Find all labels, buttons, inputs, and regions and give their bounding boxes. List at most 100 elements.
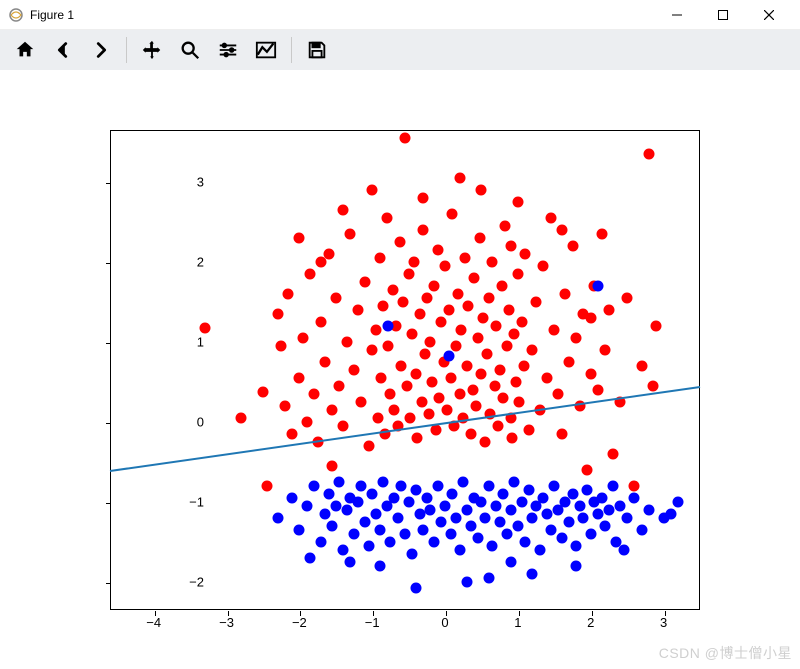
scatter-point bbox=[501, 529, 512, 540]
scatter-point bbox=[651, 321, 662, 332]
configure-icon[interactable] bbox=[211, 33, 245, 67]
scatter-point bbox=[414, 509, 425, 520]
scatter-point bbox=[327, 521, 338, 532]
scatter-point bbox=[429, 281, 440, 292]
scatter-point bbox=[538, 493, 549, 504]
scatter-point bbox=[487, 257, 498, 268]
window-title: Figure 1 bbox=[30, 8, 654, 22]
scatter-point bbox=[418, 193, 429, 204]
scatter-point bbox=[236, 413, 247, 424]
scatter-point bbox=[507, 433, 518, 444]
scatter-point bbox=[403, 497, 414, 508]
scatter-point bbox=[374, 561, 385, 572]
scatter-point bbox=[491, 501, 502, 512]
scatter-point bbox=[505, 241, 516, 252]
scatter-point bbox=[272, 309, 283, 320]
x-tick-label: 2 bbox=[587, 615, 594, 630]
x-tick-label: 1 bbox=[514, 615, 521, 630]
scatter-point bbox=[456, 325, 467, 336]
scatter-point bbox=[527, 513, 538, 524]
scatter-point bbox=[567, 241, 578, 252]
close-button[interactable] bbox=[746, 0, 792, 30]
matplotlib-toolbar bbox=[0, 30, 800, 70]
scatter-point bbox=[298, 333, 309, 344]
scatter-point bbox=[450, 341, 461, 352]
scatter-point bbox=[443, 351, 454, 362]
minimize-button[interactable] bbox=[654, 0, 700, 30]
scatter-point bbox=[518, 361, 529, 372]
scatter-point bbox=[447, 489, 458, 500]
scatter-point bbox=[421, 493, 432, 504]
scatter-point bbox=[512, 197, 523, 208]
scatter-point bbox=[501, 341, 512, 352]
scatter-point bbox=[397, 297, 408, 308]
scatter-point bbox=[407, 549, 418, 560]
toolbar-separator bbox=[126, 37, 127, 63]
scatter-point bbox=[504, 305, 515, 316]
scatter-point bbox=[463, 301, 474, 312]
scatter-point bbox=[308, 389, 319, 400]
scatter-point bbox=[571, 333, 582, 344]
scatter-point bbox=[301, 501, 312, 512]
scatter-point bbox=[383, 341, 394, 352]
scatter-point bbox=[600, 521, 611, 532]
scatter-point bbox=[352, 497, 363, 508]
scatter-point bbox=[460, 253, 471, 264]
scatter-point bbox=[496, 281, 507, 292]
scatter-point bbox=[582, 465, 593, 476]
pan-icon[interactable] bbox=[135, 33, 169, 67]
scatter-point bbox=[514, 397, 525, 408]
scatter-point bbox=[305, 269, 316, 280]
edit-icon[interactable] bbox=[249, 33, 283, 67]
zoom-icon[interactable] bbox=[173, 33, 207, 67]
scatter-point bbox=[531, 297, 542, 308]
scatter-point bbox=[294, 373, 305, 384]
scatter-point bbox=[426, 377, 437, 388]
scatter-point bbox=[454, 389, 465, 400]
toolbar-separator bbox=[291, 37, 292, 63]
scatter-point bbox=[432, 245, 443, 256]
scatter-point bbox=[665, 509, 676, 520]
scatter-point bbox=[443, 305, 454, 316]
maximize-button[interactable] bbox=[700, 0, 746, 30]
scatter-point bbox=[465, 521, 476, 532]
plot-area[interactable]: −2−10123−4−3−2−10123 bbox=[0, 70, 800, 640]
home-icon[interactable] bbox=[8, 33, 42, 67]
forward-icon[interactable] bbox=[84, 33, 118, 67]
scatter-point bbox=[374, 525, 385, 536]
scatter-point bbox=[440, 261, 451, 272]
scatter-point bbox=[432, 481, 443, 492]
scatter-point bbox=[341, 337, 352, 348]
scatter-point bbox=[607, 449, 618, 460]
scatter-point bbox=[477, 313, 488, 324]
scatter-point bbox=[644, 505, 655, 516]
scatter-point bbox=[629, 481, 640, 492]
scatter-point bbox=[476, 185, 487, 196]
scatter-point bbox=[272, 513, 283, 524]
scatter-point bbox=[301, 417, 312, 428]
scatter-point bbox=[445, 529, 456, 540]
scatter-point bbox=[341, 505, 352, 516]
scatter-point bbox=[373, 413, 384, 424]
scatter-point bbox=[394, 237, 405, 248]
scatter-point bbox=[385, 537, 396, 548]
scatter-point bbox=[574, 501, 585, 512]
scatter-point bbox=[549, 325, 560, 336]
save-icon[interactable] bbox=[300, 33, 334, 67]
scatter-point bbox=[421, 293, 432, 304]
y-tick-label: −1 bbox=[164, 495, 204, 510]
scatter-point bbox=[378, 477, 389, 488]
y-tick-label: 2 bbox=[164, 255, 204, 270]
scatter-point bbox=[323, 489, 334, 500]
scatter-point bbox=[440, 501, 451, 512]
scatter-point bbox=[363, 441, 374, 452]
scatter-point bbox=[509, 477, 520, 488]
scatter-point bbox=[367, 185, 378, 196]
scatter-point bbox=[305, 553, 316, 564]
scatter-point bbox=[345, 557, 356, 568]
scatter-point bbox=[465, 429, 476, 440]
back-icon[interactable] bbox=[46, 33, 80, 67]
scatter-point bbox=[359, 277, 370, 288]
scatter-point bbox=[294, 233, 305, 244]
scatter-point bbox=[276, 341, 287, 352]
